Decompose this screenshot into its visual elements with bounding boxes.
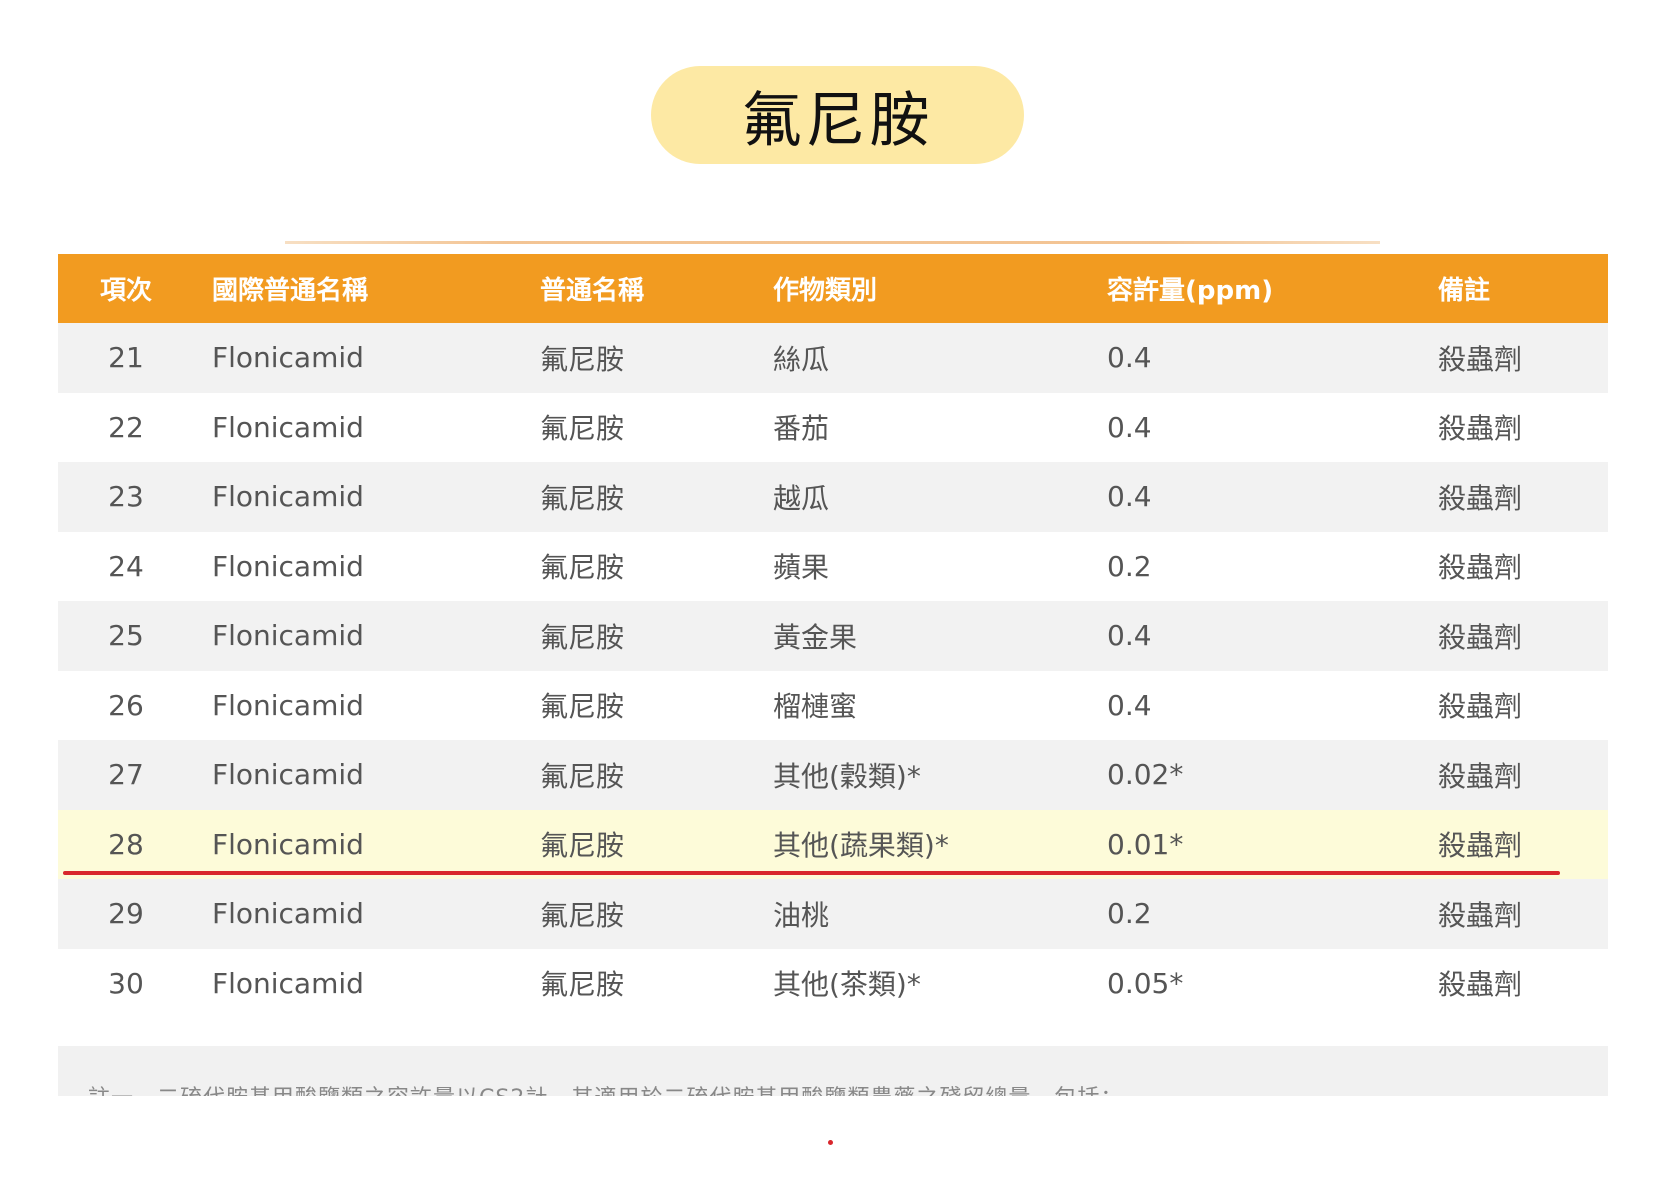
cell-mrl: 0.2 — [1107, 897, 1152, 931]
cell-crop: 番茄 — [773, 412, 830, 446]
cell-crop: 其他(蔬果類)* — [773, 829, 949, 863]
cell-item-no: 21 — [108, 341, 144, 375]
cell-mrl: 0.4 — [1107, 480, 1152, 514]
cell-item-no: 26 — [108, 688, 144, 722]
cell-crop: 越瓜 — [773, 481, 830, 515]
highlight-underline — [63, 871, 1560, 875]
cell-common-name: 氟尼胺 — [540, 412, 625, 446]
cell-intl-name: Flonicamid — [212, 410, 364, 444]
footnote-text: 註一 二硫代胺基甲酸鹽類之容許量以CS2計，其適用於二硫代胺基甲酸鹽類農藥之殘留… — [88, 1080, 1123, 1096]
cell-remark: 殺蟲劑 — [1438, 898, 1523, 932]
residue-table: 項次 國際普通名稱 普通名稱 作物類別 容許量(ppm) 備註 21 Floni… — [58, 254, 1608, 1018]
cell-mrl: 0.4 — [1107, 619, 1152, 653]
cell-item-no: 23 — [108, 480, 144, 514]
cell-common-name: 氟尼胺 — [540, 690, 625, 724]
cell-remark: 殺蟲劑 — [1438, 551, 1523, 585]
cell-remark: 殺蟲劑 — [1438, 481, 1523, 515]
cell-mrl: 0.05* — [1107, 966, 1184, 1000]
header-crop-category: 作物類別 — [773, 276, 878, 306]
table-row: 29 Flonicamid 氟尼胺 油桃 0.2 殺蟲劑 — [58, 879, 1608, 949]
cell-crop: 其他(穀類)* — [773, 759, 921, 793]
cell-item-no: 25 — [108, 619, 144, 653]
table-row: 27 Flonicamid 氟尼胺 其他(穀類)* 0.02* 殺蟲劑 — [58, 740, 1608, 810]
cell-item-no: 24 — [108, 549, 144, 583]
table-row: 24 Flonicamid 氟尼胺 蘋果 0.2 殺蟲劑 — [58, 531, 1608, 601]
cell-mrl: 0.4 — [1107, 410, 1152, 444]
table-row-highlighted: 28 Flonicamid 氟尼胺 其他(蔬果類)* 0.01* 殺蟲劑 — [58, 809, 1608, 879]
cell-common-name: 氟尼胺 — [540, 759, 625, 793]
cell-remark: 殺蟲劑 — [1438, 759, 1523, 793]
table-row: 26 Flonicamid 氟尼胺 榴槤蜜 0.4 殺蟲劑 — [58, 670, 1608, 740]
cell-mrl: 0.2 — [1107, 549, 1152, 583]
table-header: 項次 國際普通名稱 普通名稱 作物類別 容許量(ppm) 備註 — [58, 254, 1608, 323]
cell-crop: 油桃 — [773, 898, 830, 932]
cell-common-name: 氟尼胺 — [540, 481, 625, 515]
header-mrl: 容許量(ppm) — [1107, 276, 1274, 306]
cell-mrl: 0.01* — [1107, 827, 1184, 861]
cell-mrl: 0.02* — [1107, 758, 1184, 792]
cell-remark: 殺蟲劑 — [1438, 690, 1523, 724]
cell-item-no: 22 — [108, 410, 144, 444]
divider — [285, 241, 1380, 244]
header-item-no: 項次 — [99, 276, 152, 306]
footnote-bar: 註一 二硫代胺基甲酸鹽類之容許量以CS2計，其適用於二硫代胺基甲酸鹽類農藥之殘留… — [58, 1046, 1608, 1096]
cell-common-name: 氟尼胺 — [540, 968, 625, 1002]
cell-crop: 其他(茶類)* — [773, 968, 921, 1002]
table-row: 30 Flonicamid 氟尼胺 其他(茶類)* 0.05* 殺蟲劑 — [58, 948, 1608, 1018]
table-row: 21 Flonicamid 氟尼胺 絲瓜 0.4 殺蟲劑 — [58, 323, 1608, 393]
cell-item-no: 29 — [108, 897, 144, 931]
cell-intl-name: Flonicamid — [212, 480, 364, 514]
cell-common-name: 氟尼胺 — [540, 620, 625, 654]
cell-common-name: 氟尼胺 — [540, 342, 625, 376]
cell-mrl: 0.4 — [1107, 688, 1152, 722]
table-row: 23 Flonicamid 氟尼胺 越瓜 0.4 殺蟲劑 — [58, 462, 1608, 532]
cell-remark: 殺蟲劑 — [1438, 829, 1523, 863]
cell-remark: 殺蟲劑 — [1438, 968, 1523, 1002]
cell-mrl: 0.4 — [1107, 341, 1152, 375]
cell-intl-name: Flonicamid — [212, 619, 364, 653]
cell-item-no: 28 — [108, 827, 144, 861]
cell-common-name: 氟尼胺 — [540, 898, 625, 932]
cell-remark: 殺蟲劑 — [1438, 342, 1523, 376]
cell-crop: 榴槤蜜 — [773, 690, 858, 724]
cell-item-no: 27 — [108, 758, 144, 792]
cell-remark: 殺蟲劑 — [1438, 620, 1523, 654]
page-title: 氟尼胺 — [651, 66, 1024, 164]
cell-intl-name: Flonicamid — [212, 897, 364, 931]
cell-crop: 黃金果 — [773, 620, 858, 654]
cell-intl-name: Flonicamid — [212, 688, 364, 722]
table-row: 25 Flonicamid 氟尼胺 黃金果 0.4 殺蟲劑 — [58, 601, 1608, 671]
cell-item-no: 30 — [108, 966, 144, 1000]
cell-crop: 蘋果 — [773, 551, 830, 585]
header-remark: 備註 — [1438, 276, 1491, 306]
cell-intl-name: Flonicamid — [212, 827, 364, 861]
cell-intl-name: Flonicamid — [212, 341, 364, 375]
header-common-name: 普通名稱 — [540, 276, 645, 306]
cell-remark: 殺蟲劑 — [1438, 412, 1523, 446]
cell-intl-name: Flonicamid — [212, 758, 364, 792]
cell-crop: 絲瓜 — [773, 342, 830, 376]
cell-intl-name: Flonicamid — [212, 966, 364, 1000]
cell-common-name: 氟尼胺 — [540, 829, 625, 863]
cell-intl-name: Flonicamid — [212, 549, 364, 583]
red-dot — [828, 1140, 833, 1145]
cell-common-name: 氟尼胺 — [540, 551, 625, 585]
table-row: 22 Flonicamid 氟尼胺 番茄 0.4 殺蟲劑 — [58, 392, 1608, 462]
header-intl-name: 國際普通名稱 — [212, 276, 369, 306]
